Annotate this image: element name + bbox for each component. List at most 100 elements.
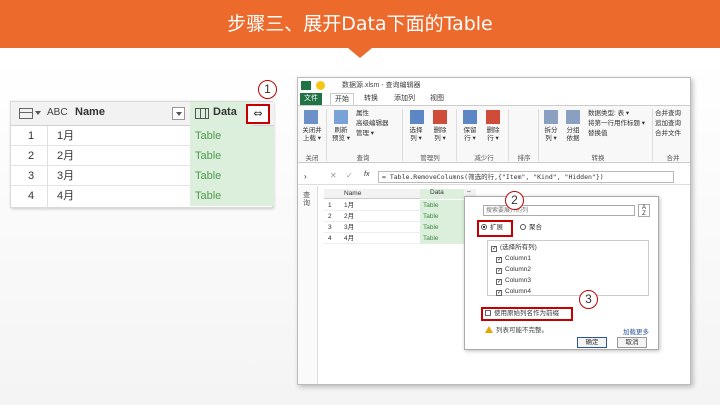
name-cell: 2月	[57, 150, 75, 162]
data-cell[interactable]: Table	[190, 166, 274, 186]
query-editor-window: 数据源.xlsm - 查询编辑器 文件 开始 转换 添加列 视图 关闭并 上载 …	[297, 77, 691, 385]
ribbon-divider	[326, 109, 327, 161]
row-number: 1	[27, 130, 35, 142]
data-column-header[interactable]: Data	[420, 189, 464, 199]
aggregate-label: 聚合	[529, 224, 542, 231]
collapse-chevron-icon[interactable]: ›	[304, 172, 307, 181]
ribbon-tabs: 文件 开始 转换 添加列 视图	[298, 93, 690, 105]
first-row-header-button[interactable]: 将第一行用作标题 ▾	[588, 120, 645, 128]
name-column-header: Name	[75, 106, 105, 118]
expand-radio[interactable]: 扩展	[481, 222, 503, 234]
data-cell[interactable]: Table	[190, 146, 274, 166]
cancel-button[interactable]: 取消	[617, 337, 647, 348]
merge-queries-button[interactable]: 合并查询	[655, 110, 681, 118]
zoomed-table: ABC Name Data 1 1月 Table 2 2月 Table 3 3月…	[10, 101, 274, 209]
select-all-checkbox[interactable]: ✓ (选择所有列)	[491, 242, 537, 253]
column1-checkbox[interactable]: ✓ Column1	[496, 253, 531, 264]
sort-icon[interactable]: AZ	[638, 204, 650, 217]
append-queries-button[interactable]: 追加查询	[655, 120, 681, 128]
group-by-button[interactable]: 分组 依据	[561, 127, 585, 143]
expand-column-button[interactable]: ⇔	[246, 104, 270, 124]
data-cell[interactable]: Table	[420, 233, 464, 244]
name-cell: 3月	[57, 170, 75, 182]
data-cell[interactable]: Table	[420, 200, 464, 211]
properties-button[interactable]: 属性	[356, 110, 369, 118]
table-row: 2 2月 Table	[11, 146, 274, 166]
data-type-dropdown[interactable]: 数据类型: 表 ▾	[588, 110, 629, 118]
table-row: 1 1月 Table	[11, 126, 274, 146]
group-by-icon	[566, 110, 580, 124]
combine-files-button[interactable]: 合并文件	[655, 130, 681, 138]
remove-columns-button[interactable]: 删除 列 ▾	[428, 127, 452, 143]
group-reduce-rows: 减少行	[474, 155, 494, 162]
name-cell: 1月	[344, 202, 355, 209]
keep-rows-button[interactable]: 保留 行 ▾	[458, 127, 482, 143]
group-close: 关闭	[305, 155, 319, 162]
use-prefix-checkbox[interactable]: 使用原始列名作为前缀	[481, 307, 573, 321]
choose-columns-button[interactable]: 选择 列 ▾	[404, 127, 428, 143]
name-column-header[interactable]: Name	[344, 190, 361, 197]
excel-icon	[301, 81, 311, 90]
table-menu-icon[interactable]	[19, 108, 33, 119]
cancel-formula-icon[interactable]: ✕	[330, 171, 337, 180]
tab-home[interactable]: 开始	[330, 93, 354, 105]
choose-columns-icon	[410, 110, 424, 124]
table-row: 4 4月 Table	[11, 186, 274, 206]
table-row: 2 2月 Table	[324, 211, 476, 222]
group-sort: 排序	[517, 155, 531, 162]
tab-transform[interactable]: 转换	[360, 93, 382, 105]
refresh-icon	[334, 110, 348, 124]
callout-3: 3	[579, 290, 598, 309]
data-cell[interactable]: Table	[190, 126, 274, 146]
column2-checkbox[interactable]: ✓ Column2	[496, 264, 531, 275]
slide-title: 步骤三、展开Data下面的Table	[227, 13, 493, 35]
load-more-link[interactable]: 加载更多	[623, 326, 649, 336]
formula-input[interactable]: = Table.RemoveColumns(筛选的行,{"Item", "Kin…	[378, 171, 674, 183]
row-number: 4	[27, 190, 35, 202]
tab-add-column[interactable]: 添加列	[390, 93, 419, 105]
refresh-preview-button[interactable]: 刷新 预览 ▾	[328, 127, 354, 143]
advanced-editor-button[interactable]: 高级编辑器	[356, 120, 389, 128]
caret-down-icon	[35, 111, 41, 115]
checkbox-icon: ✓	[496, 268, 503, 274]
use-prefix-label: 使用原始列名作为前缀	[494, 310, 559, 317]
expand-icon[interactable]: ⇔	[466, 189, 472, 195]
search-columns-input[interactable]	[483, 205, 635, 216]
tab-file[interactable]: 文件	[300, 93, 322, 105]
queries-pane[interactable]: 查询	[298, 186, 318, 384]
aggregate-radio[interactable]: 聚合	[520, 222, 542, 234]
filter-dropdown-button[interactable]	[172, 107, 185, 120]
column-label: Column1	[505, 255, 532, 262]
column3-checkbox[interactable]: ✓ Column3	[496, 275, 531, 286]
close-load-button[interactable]: 关闭并 上载 ▾	[300, 127, 324, 143]
confirm-formula-icon[interactable]: ✓	[346, 171, 353, 180]
row-number: 3	[328, 224, 332, 231]
window-title: 数据源.xlsm - 查询编辑器	[342, 82, 421, 89]
replace-values-button[interactable]: 替换值	[588, 130, 608, 138]
feedback-smile-icon[interactable]	[316, 81, 325, 90]
group-manage-columns: 管理列	[420, 155, 440, 162]
banner-pointer	[348, 48, 372, 58]
table-row: 4 4月 Table	[324, 233, 476, 244]
expand-columns-popup: AZ 扩展 聚合 ✓(选择所有列) ✓Column1 ✓Column2 ✓Col…	[464, 196, 659, 350]
column-label: Column3	[505, 277, 532, 284]
name-cell: 1月	[57, 130, 75, 142]
ribbon-divider	[652, 109, 653, 161]
grid-header: Name Data ⇔	[324, 189, 476, 199]
data-cell[interactable]: Table	[190, 186, 274, 206]
ok-button[interactable]: 确定	[577, 337, 607, 348]
select-all-label: (选择所有列)	[500, 244, 537, 251]
data-cell[interactable]: Table	[420, 222, 464, 233]
callout-1: 1	[258, 80, 277, 99]
callout-2: 2	[505, 191, 524, 210]
queries-pane-label: 查询	[303, 192, 310, 207]
column4-checkbox[interactable]: ✓ Column4	[496, 286, 531, 297]
remove-rows-button[interactable]: 删除 行 ▾	[481, 127, 505, 143]
name-cell: 2月	[344, 213, 355, 220]
ribbon: 关闭并 上载 ▾ 关闭 刷新 预览 ▾ 属性 高级编辑器 管理 ▾ 查询 选择 …	[298, 105, 690, 163]
data-cell[interactable]: Table	[420, 211, 464, 222]
manage-button[interactable]: 管理 ▾	[356, 130, 374, 138]
tab-view[interactable]: 视图	[426, 93, 448, 105]
split-column-button[interactable]: 拆分 列 ▾	[539, 127, 563, 143]
text-type-icon: ABC	[47, 107, 68, 118]
